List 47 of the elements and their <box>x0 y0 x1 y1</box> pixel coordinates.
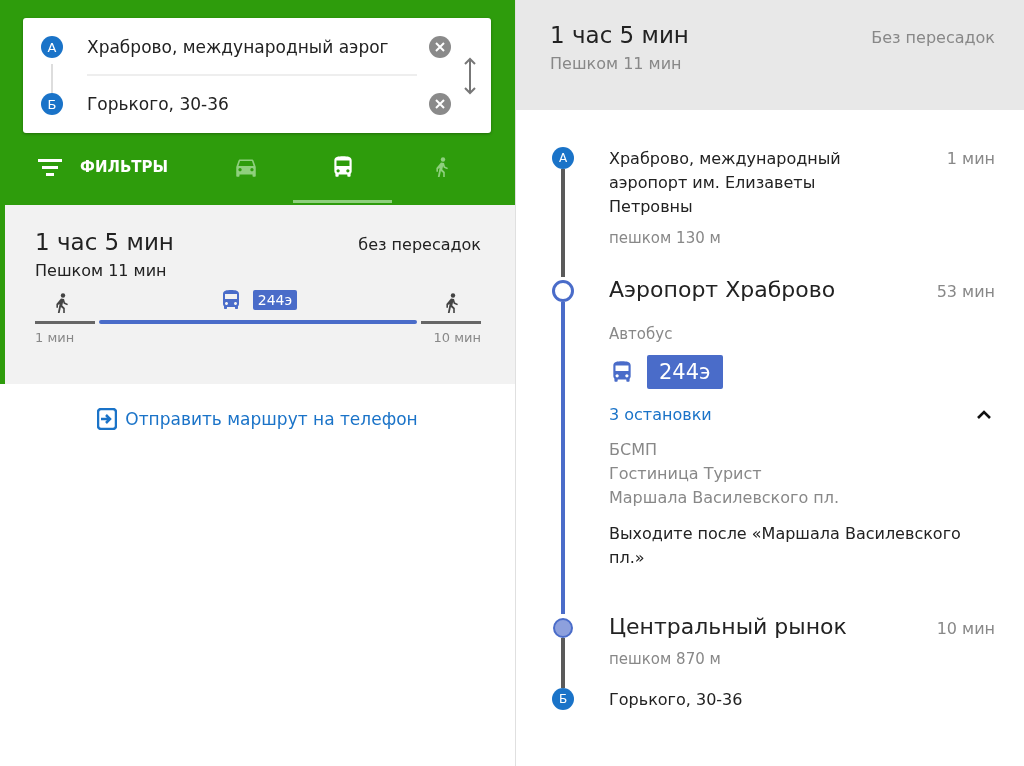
place-name: Храброво, международный аэропорт им. Елизаветы Петровны <box>609 148 842 218</box>
clear-icon[interactable] <box>429 36 451 58</box>
route-duration: 1 час 5 мин <box>550 22 689 48</box>
stop-name: Центральный рынок <box>609 614 847 640</box>
walking-time: Пешком 11 мин <box>550 54 683 73</box>
swap-icon[interactable] <box>463 56 477 95</box>
walk-leg-bar <box>421 321 481 324</box>
walk-distance: пешком 130 м <box>609 229 722 249</box>
stop-marker <box>553 618 573 638</box>
walk-distance: пешком 870 м <box>609 650 722 670</box>
clear-icon[interactable] <box>429 93 451 115</box>
origin-marker: А <box>552 147 574 169</box>
destination-marker: Б <box>41 93 63 115</box>
walk-leg-bar <box>35 321 95 324</box>
intermediate-stop: Маршала Василевского пл. <box>609 487 841 509</box>
vehicle-type: Автобус <box>609 325 674 343</box>
origin-marker: А <box>41 36 63 58</box>
stops-toggle[interactable]: 3 остановки <box>609 405 712 424</box>
transfers-label: без пересадок <box>358 235 481 254</box>
step-duration: 53 мин <box>936 282 995 301</box>
walking-time: Пешком 11 мин <box>35 261 168 280</box>
leg-duration: 10 мин <box>433 330 481 346</box>
stop-marker <box>552 280 574 302</box>
walking-person-icon <box>445 293 459 313</box>
place-name: Горького, 30-36 <box>609 689 743 711</box>
intermediate-stop: БСМП <box>609 439 658 461</box>
route-duration: 1 час 5 мин <box>35 229 174 255</box>
route-number-badge: 244э <box>647 355 723 389</box>
leg-duration: 1 мин <box>35 330 75 346</box>
step-duration: 1 мин <box>946 149 995 168</box>
caret-up-icon[interactable] <box>977 410 991 419</box>
transfers-label: Без пересадок <box>871 28 995 47</box>
stop-name: Аэропорт Храброво <box>609 277 836 303</box>
route-card[interactable]: 1 час 5 мин без пересадок Пешком 11 мин 1 мин 244э 10 мин <box>0 205 515 384</box>
origin-field[interactable]: Храброво, международный аэрог <box>87 18 417 76</box>
step-duration: 10 мин <box>936 619 995 638</box>
destination-field[interactable]: Горького, 30-36 <box>87 75 417 133</box>
send-to-phone-link[interactable]: Отправить маршрут на телефон <box>125 409 418 429</box>
intermediate-stop: Гостиница Турист <box>609 463 763 485</box>
route-number-badge: 244э <box>252 290 298 310</box>
send-icon <box>97 408 118 430</box>
walking-person-icon <box>434 156 449 177</box>
filter-icon <box>38 157 62 176</box>
destination-marker: Б <box>552 688 574 710</box>
filters-button[interactable]: ФИЛЬТРЫ <box>38 133 198 203</box>
walking-person-icon <box>55 293 69 313</box>
exit-hint: Выходите после «Маршала Василевского пл.» <box>609 523 962 569</box>
